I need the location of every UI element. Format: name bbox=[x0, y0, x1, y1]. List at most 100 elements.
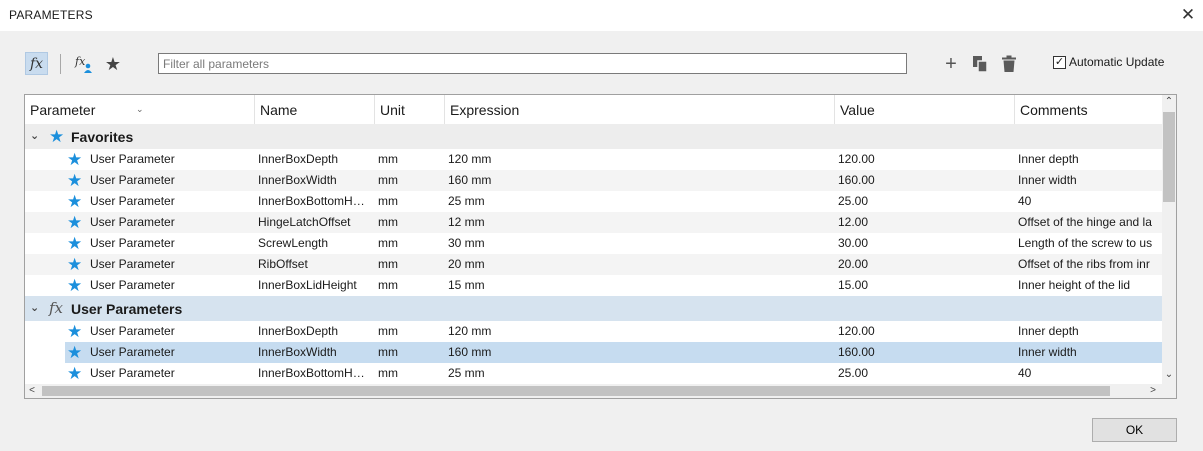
add-parameter-button[interactable]: + bbox=[940, 52, 962, 76]
column-header-expression[interactable]: Expression bbox=[445, 95, 835, 124]
cell-expression[interactable]: 160 mm bbox=[448, 170, 834, 191]
cell-unit[interactable]: mm bbox=[378, 212, 444, 233]
favorite-star-icon[interactable]: ★ bbox=[67, 233, 82, 254]
favorites-star-icon: ★ bbox=[49, 127, 65, 146]
table-row[interactable]: ★ User Parameter InnerBoxBottomH… mm 25 … bbox=[25, 191, 1162, 212]
group-row-favorites[interactable]: ⌄ ★ Favorites bbox=[25, 124, 1162, 149]
cell-unit[interactable]: mm bbox=[378, 254, 444, 275]
column-header-parameter[interactable]: Parameter ⌄ bbox=[25, 95, 255, 124]
cell-name[interactable]: ScrewLength bbox=[258, 233, 376, 254]
cell-comment[interactable]: Inner width bbox=[1018, 170, 1162, 191]
horizontal-scrollbar[interactable]: < > bbox=[25, 384, 1162, 398]
automatic-update-toggle[interactable]: ✓ Automatic Update bbox=[1053, 55, 1164, 69]
ok-button[interactable]: OK bbox=[1092, 418, 1177, 442]
favorite-star-icon[interactable]: ★ bbox=[67, 212, 82, 233]
cell-value: 160.00 bbox=[838, 173, 875, 187]
cell-name[interactable]: InnerBoxBottomH… bbox=[258, 191, 376, 212]
cell-comment[interactable]: 40 bbox=[1018, 191, 1162, 212]
user-parameters-filter-button[interactable]: fx bbox=[72, 52, 94, 76]
cell-expression[interactable]: 30 mm bbox=[448, 233, 834, 254]
cell-name[interactable]: RibOffset bbox=[258, 254, 376, 275]
collapse-chevron-icon[interactable]: ⌄ bbox=[30, 296, 39, 321]
cell-unit[interactable]: mm bbox=[378, 321, 444, 342]
cell-value: 120.00 bbox=[838, 152, 875, 166]
delete-parameter-button[interactable] bbox=[998, 52, 1020, 76]
favorite-star-icon[interactable]: ★ bbox=[67, 321, 82, 342]
cell-unit[interactable]: mm bbox=[378, 275, 444, 296]
favorite-star-icon[interactable]: ★ bbox=[67, 170, 82, 191]
cell-unit[interactable]: mm bbox=[378, 233, 444, 254]
automatic-update-checkbox[interactable]: ✓ bbox=[1053, 55, 1066, 69]
cell-name[interactable]: InnerBoxWidth bbox=[258, 342, 376, 363]
cell-comment[interactable]: Offset of the ribs from inr bbox=[1018, 254, 1162, 275]
cell-parameter: User Parameter bbox=[90, 345, 175, 359]
collapse-chevron-icon[interactable]: ⌄ bbox=[30, 124, 39, 149]
cell-expression[interactable]: 12 mm bbox=[448, 212, 834, 233]
cell-comment[interactable]: Inner depth bbox=[1018, 149, 1162, 170]
cell-comment[interactable]: Inner height of the lid bbox=[1018, 275, 1162, 296]
cell-comment[interactable]: Offset of the hinge and la bbox=[1018, 212, 1162, 233]
cell-name[interactable]: InnerBoxDepth bbox=[258, 149, 376, 170]
cell-comment[interactable]: Inner width bbox=[1018, 342, 1162, 363]
favorite-star-icon[interactable]: ★ bbox=[67, 363, 82, 384]
table-row-selected[interactable]: ★ User Parameter InnerBoxWidth mm 160 mm… bbox=[25, 342, 1162, 363]
cell-unit[interactable]: mm bbox=[378, 149, 444, 170]
cell-name[interactable]: InnerBoxDepth bbox=[258, 321, 376, 342]
cell-name[interactable]: InnerBoxBottomH… bbox=[258, 363, 376, 384]
cell-expression[interactable]: 25 mm bbox=[448, 191, 834, 212]
filter-input[interactable] bbox=[158, 53, 907, 74]
group-label-user-parameters: User Parameters bbox=[71, 301, 183, 317]
favorite-star-icon[interactable]: ★ bbox=[67, 149, 82, 170]
cell-value: 15.00 bbox=[838, 278, 869, 292]
cell-expression[interactable]: 120 mm bbox=[448, 321, 834, 342]
table-row[interactable]: ★ User Parameter RibOffset mm 20 mm 20.0… bbox=[25, 254, 1162, 275]
cell-comment[interactable]: Inner depth bbox=[1018, 321, 1162, 342]
cell-name[interactable]: HingeLatchOffset bbox=[258, 212, 376, 233]
close-icon[interactable]: ✕ bbox=[1177, 4, 1199, 26]
table-row[interactable]: ★ User Parameter HingeLatchOffset mm 12 … bbox=[25, 212, 1162, 233]
scroll-right-icon[interactable]: > bbox=[1146, 384, 1160, 398]
cell-comment[interactable]: 40 bbox=[1018, 363, 1162, 384]
vertical-scrollbar[interactable]: ⌃ ⌄ bbox=[1162, 95, 1176, 384]
cell-name[interactable]: InnerBoxLidHeight bbox=[258, 275, 376, 296]
scroll-down-icon[interactable]: ⌄ bbox=[1162, 368, 1176, 382]
cell-expression[interactable]: 20 mm bbox=[448, 254, 834, 275]
horizontal-scroll-thumb[interactable] bbox=[42, 386, 1110, 396]
all-parameters-fx-button[interactable]: fx bbox=[25, 52, 48, 75]
table-row[interactable]: ★ User Parameter InnerBoxLidHeight mm 15… bbox=[25, 275, 1162, 296]
cell-expression[interactable]: 120 mm bbox=[448, 149, 834, 170]
scroll-up-icon[interactable]: ⌃ bbox=[1162, 95, 1176, 109]
cell-comment[interactable]: Length of the screw to us bbox=[1018, 233, 1162, 254]
table-row[interactable]: ★ User Parameter ScrewLength mm 30 mm 30… bbox=[25, 233, 1162, 254]
cell-unit[interactable]: mm bbox=[378, 191, 444, 212]
parameters-table: Parameter ⌄ Name Unit Expression Value C… bbox=[24, 94, 1177, 399]
copy-parameter-button[interactable] bbox=[969, 52, 991, 76]
cell-parameter: User Parameter bbox=[90, 257, 175, 271]
table-row[interactable]: ★ User Parameter InnerBoxDepth mm 120 mm… bbox=[25, 149, 1162, 170]
title-bar: PARAMETERS ✕ bbox=[0, 0, 1203, 31]
favorite-star-icon[interactable]: ★ bbox=[67, 191, 82, 212]
copy-icon bbox=[973, 56, 988, 73]
group-row-user-parameters[interactable]: ⌄ fx User Parameters bbox=[25, 296, 1162, 321]
column-header-name[interactable]: Name bbox=[255, 95, 375, 124]
cell-expression[interactable]: 15 mm bbox=[448, 275, 834, 296]
cell-unit[interactable]: mm bbox=[378, 363, 444, 384]
column-header-unit[interactable]: Unit bbox=[375, 95, 445, 124]
vertical-scroll-thumb[interactable] bbox=[1163, 112, 1175, 202]
column-header-value[interactable]: Value bbox=[835, 95, 1015, 124]
cell-parameter: User Parameter bbox=[90, 278, 175, 292]
favorite-star-icon[interactable]: ★ bbox=[67, 254, 82, 275]
column-header-comments[interactable]: Comments bbox=[1015, 95, 1162, 124]
scroll-left-icon[interactable]: < bbox=[25, 384, 39, 398]
cell-name[interactable]: InnerBoxWidth bbox=[258, 170, 376, 191]
table-row[interactable]: ★ User Parameter InnerBoxBottomH… mm 25 … bbox=[25, 363, 1162, 384]
favorites-filter-button[interactable]: ★ bbox=[102, 52, 124, 76]
cell-unit[interactable]: mm bbox=[378, 342, 444, 363]
cell-expression[interactable]: 25 mm bbox=[448, 363, 834, 384]
table-row[interactable]: ★ User Parameter InnerBoxWidth mm 160 mm… bbox=[25, 170, 1162, 191]
favorite-star-icon[interactable]: ★ bbox=[67, 342, 82, 363]
cell-unit[interactable]: mm bbox=[378, 170, 444, 191]
cell-expression[interactable]: 160 mm bbox=[448, 342, 834, 363]
favorite-star-icon[interactable]: ★ bbox=[67, 275, 82, 296]
table-row[interactable]: ★ User Parameter InnerBoxDepth mm 120 mm… bbox=[25, 321, 1162, 342]
